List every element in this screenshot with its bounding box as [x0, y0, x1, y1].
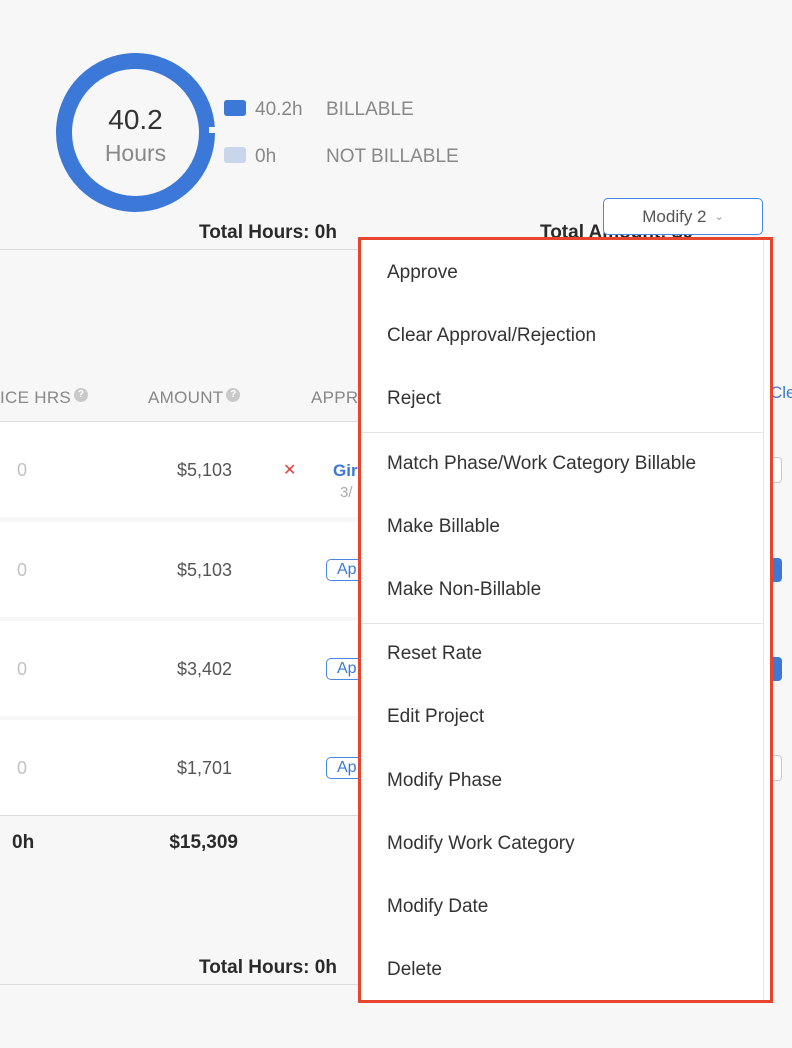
row-amount: $1,701 [176, 758, 232, 778]
menu-edge [763, 240, 764, 1000]
approver-link[interactable]: Gir [333, 461, 358, 481]
clear-link[interactable]: Cle [770, 383, 792, 403]
menu-item-edit-project[interactable]: Edit Project [387, 706, 484, 728]
chevron-down-icon: ⌄ [714, 211, 724, 223]
menu-item-make-billable[interactable]: Make Billable [387, 516, 500, 538]
header-invoice-hrs: ICE HRS? [0, 388, 89, 408]
menu-item-clear-approval[interactable]: Clear Approval/Rejection [387, 325, 596, 347]
divider [0, 249, 360, 250]
timesheet-page: 40.2 Hours 40.2h BILLABLE 0h NOT BILLABL… [0, 0, 792, 1048]
modify-button-label: Modify 2 [642, 206, 707, 226]
menu-item-reject[interactable]: Reject [387, 388, 441, 410]
header-approval: APPR [311, 388, 359, 407]
menu-item-delete[interactable]: Delete [387, 959, 442, 981]
bottom-divider [0, 984, 360, 985]
modify-button[interactable]: Modify 2 ⌄ [603, 198, 763, 235]
header-invoice-hrs-label: ICE HRS [0, 388, 72, 407]
header-amount: AMOUNT? [148, 388, 241, 408]
modify-dropdown-menu: Approve Clear Approval/Rejection Reject … [358, 237, 773, 1003]
footer-divider [0, 815, 360, 816]
help-icon[interactable]: ? [226, 388, 241, 402]
total-hours: Total Hours: 0h [199, 222, 337, 243]
approval-date: 3/ [340, 484, 353, 501]
menu-item-approve[interactable]: Approve [387, 262, 458, 284]
menu-item-make-non-billable[interactable]: Make Non-Billable [387, 579, 541, 601]
menu-item-reset-rate[interactable]: Reset Rate [387, 643, 482, 665]
non-billable-hours: 0h [255, 146, 277, 167]
menu-item-modify-date[interactable]: Modify Date [387, 896, 488, 918]
menu-separator [361, 623, 764, 624]
help-icon[interactable]: ? [74, 388, 89, 402]
row-amount: $5,103 [176, 560, 232, 580]
billable-swatch [224, 100, 246, 116]
non-billable-swatch [224, 147, 246, 163]
menu-separator [361, 432, 764, 433]
footer-amount: $15,309 [169, 832, 238, 853]
menu-item-modify-phase[interactable]: Modify Phase [387, 770, 502, 792]
bottom-total-hours: Total Hours: 0h [199, 957, 337, 978]
donut-unit: Hours [104, 140, 167, 166]
header-amount-label: AMOUNT [148, 388, 224, 407]
menu-item-match-billable[interactable]: Match Phase/Work Category Billable [387, 453, 696, 475]
rejected-icon: ✕ [283, 462, 297, 479]
billable-label: BILLABLE [326, 99, 414, 120]
menu-item-modify-work-category[interactable]: Modify Work Category [387, 833, 575, 855]
row-amount: $3,402 [176, 659, 232, 679]
billable-hours: 40.2h [255, 99, 303, 120]
non-billable-label: NOT BILLABLE [326, 146, 459, 167]
donut-value: 40.2 [108, 104, 163, 135]
row-amount: $5,103 [176, 460, 232, 480]
